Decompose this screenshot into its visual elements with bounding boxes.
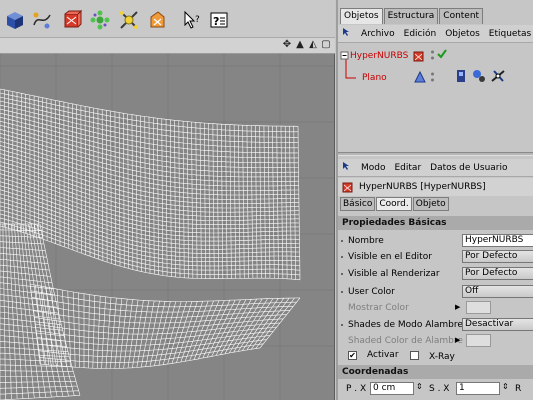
xray-checkbox-wrap[interactable]: X-Ray: [410, 350, 455, 362]
prop-label: Mostrar Color: [348, 303, 409, 313]
prop-mostrar-color: Mostrar Color ▶: [338, 300, 533, 316]
r-label: R: [515, 384, 522, 394]
activar-label: Activar: [367, 350, 399, 360]
prop-label: Shades de Modo Alambre: [348, 320, 463, 330]
xray-checkbox[interactable]: [410, 351, 419, 360]
menu-edicion[interactable]: Edición: [404, 29, 437, 39]
expand-triangle-icon[interactable]: ▶: [455, 336, 460, 344]
prop-user-color: User Color Off: [338, 284, 533, 300]
nombre-input[interactable]: HyperNURBS: [462, 234, 533, 247]
attribute-manager-menubar: Modo Editar Datos de Usuario: [338, 159, 533, 177]
xray-label: X-Ray: [429, 352, 455, 362]
sx-stepper-icon[interactable]: ⇕: [502, 382, 509, 391]
object-plano[interactable]: Plano: [362, 71, 387, 85]
prop-shaded-color: Shaded Color de Alambre ▶: [338, 333, 533, 349]
section-propiedades-basicas: Propiedades Básicas: [338, 216, 533, 230]
menu-datos-usuario[interactable]: Datos de Usuario: [430, 163, 507, 173]
manager-panel: Objetos Estructura Content Archivo Edici…: [336, 0, 533, 400]
3d-viewport[interactable]: [0, 54, 335, 400]
menu-modo[interactable]: Modo: [361, 163, 386, 173]
tab-estructura[interactable]: Estructura: [383, 8, 439, 24]
tab-content[interactable]: Content: [439, 8, 484, 24]
object-name-label: Plano: [362, 73, 387, 83]
nurbs-generator-icon[interactable]: [61, 9, 83, 31]
prop-xray-row: ✔ Activar X-Ray: [338, 348, 533, 364]
tab-objetos[interactable]: Objetos: [340, 8, 383, 24]
spline-pen-icon[interactable]: [31, 9, 53, 31]
prop-visible-render: Visible al Renderizar Por Defecto: [338, 266, 533, 282]
viewport-header: ✥ ▲ ◭ ▢: [0, 38, 335, 54]
scene-object-icon[interactable]: [146, 9, 168, 31]
deformer-icon[interactable]: [118, 9, 140, 31]
plane-object-icon[interactable]: [414, 70, 426, 83]
wireframe-mesh: [0, 88, 301, 400]
tab-objeto[interactable]: Objeto: [412, 197, 449, 211]
tab-basico[interactable]: Básico: [340, 197, 376, 211]
user-color-dropdown[interactable]: Off: [462, 285, 533, 298]
color-swatch[interactable]: [466, 334, 491, 347]
sx-label: S . X: [429, 384, 450, 394]
color-swatch[interactable]: [466, 301, 491, 314]
move-icon[interactable]: ✥: [282, 40, 292, 50]
prop-shades-alambre: Shades de Modo Alambre Desactivar: [338, 317, 533, 333]
coordinates-row: P . X 0 cm ⇕ S . X 1 ⇕ R: [338, 381, 533, 400]
maximize-icon[interactable]: ▢: [321, 40, 331, 50]
activar-checkbox[interactable]: ✔: [348, 351, 357, 360]
cube-primitive-icon[interactable]: [4, 9, 26, 31]
menu-etiquetas[interactable]: Etiquetas: [489, 29, 531, 39]
help-cursor-icon[interactable]: ?: [181, 9, 203, 31]
render-settings-icon[interactable]: ?: [208, 9, 230, 31]
manager-tabs: Objetos Estructura Content: [340, 8, 484, 24]
menu-archivo[interactable]: Archivo: [361, 29, 395, 39]
object-hypernurbs[interactable]: HyperNURBS: [350, 49, 408, 63]
object-manager-menubar: Archivo Edición Objetos Etiquetas: [338, 25, 533, 43]
svg-text:?: ?: [213, 15, 219, 28]
activar-checkbox-wrap[interactable]: ✔ Activar: [348, 350, 399, 360]
prop-label: User Color: [348, 287, 395, 297]
tab-coord[interactable]: Coord.: [376, 197, 412, 211]
prop-label: Visible al Renderizar: [348, 269, 440, 279]
expand-triangle-icon[interactable]: ▶: [455, 303, 460, 311]
selected-object-header: HyperNURBS [HyperNURBS]: [338, 178, 533, 196]
array-object-icon[interactable]: [89, 9, 111, 31]
prop-visible-editor: Visible en el Editor Por Defecto: [338, 249, 533, 265]
prop-label: Shaded Color de Alambre: [348, 336, 463, 346]
visible-render-dropdown[interactable]: Por Defecto: [462, 267, 533, 280]
object-name-label: HyperNURBS: [350, 51, 409, 61]
menu-objetos[interactable]: Objetos: [445, 29, 480, 39]
zoom-icon[interactable]: ◭: [308, 40, 318, 50]
enabled-check-icon[interactable]: [436, 48, 448, 60]
texture-tag-icon[interactable]: [490, 68, 506, 84]
prop-nombre: Nombre HyperNURBS: [338, 233, 533, 249]
material-tag-icon[interactable]: [472, 68, 486, 84]
object-list: HyperNURBS Plano: [338, 43, 533, 155]
pointer-arrow-icon[interactable]: [342, 161, 352, 174]
main-toolbar: ? ?: [0, 0, 335, 38]
visibility-dots-icon[interactable]: [430, 49, 435, 61]
sx-input[interactable]: 1: [456, 382, 500, 395]
px-stepper-icon[interactable]: ⇕: [416, 382, 423, 391]
hypernurbs-icon[interactable]: [412, 49, 426, 63]
menu-editar[interactable]: Editar: [395, 163, 422, 173]
hypernurbs-icon: [341, 180, 355, 194]
phong-tag-icon[interactable]: [454, 68, 468, 84]
px-input[interactable]: 0 cm: [370, 382, 414, 395]
prop-label: Nombre: [348, 236, 384, 246]
pointer-arrow-icon[interactable]: [342, 27, 352, 40]
selected-object-name: HyperNURBS [HyperNURBS]: [359, 182, 486, 192]
section-coordenadas: Coordenadas: [338, 365, 533, 379]
svg-text:?: ?: [195, 15, 200, 25]
visibility-dots-icon[interactable]: [430, 71, 435, 83]
up-arrow-icon[interactable]: ▲: [295, 40, 305, 50]
px-label: P . X: [346, 384, 367, 394]
attribute-tabs: Básico Coord. Objeto: [340, 197, 450, 211]
visible-editor-dropdown[interactable]: Por Defecto: [462, 250, 533, 263]
shades-dropdown[interactable]: Desactivar: [462, 318, 533, 331]
prop-label: Visible en el Editor: [348, 252, 432, 262]
panel-separator[interactable]: [338, 152, 533, 156]
